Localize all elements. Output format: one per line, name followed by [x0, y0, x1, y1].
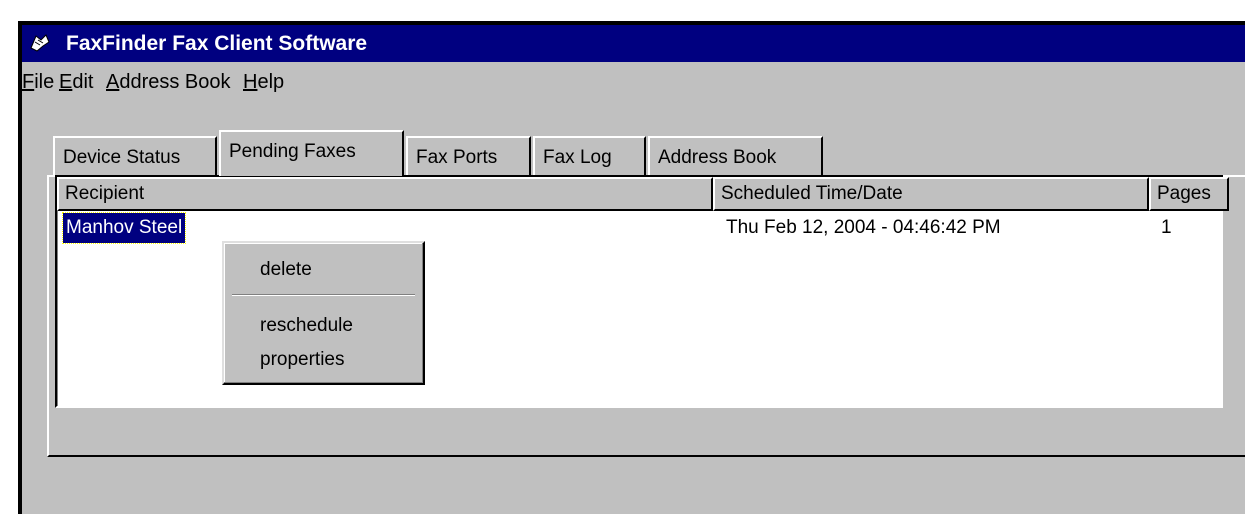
context-menu-reschedule[interactable]: reschedule: [260, 311, 353, 341]
menu-address-book[interactable]: Address Book: [106, 65, 231, 99]
tab-fax-ports-label: Fax Ports: [416, 147, 498, 168]
menu-help-accel: H: [243, 71, 258, 93]
menu-help[interactable]: Help: [243, 65, 284, 99]
cell-scheduled: Thu Feb 12, 2004 - 04:46:42 PM: [726, 217, 1001, 238]
menu-edit-accel: E: [59, 71, 73, 93]
tab-pending-faxes-label: Pending Faxes: [229, 141, 356, 162]
tab-device-status[interactable]: Device Status: [53, 136, 217, 176]
menu-address-book-accel: A: [106, 71, 120, 93]
column-header-scheduled[interactable]: Scheduled Time/Date: [713, 177, 1149, 211]
cell-pages: 1: [1161, 217, 1172, 238]
context-menu-properties[interactable]: properties: [260, 345, 345, 375]
menu-file[interactable]: File: [22, 65, 54, 99]
title-bar[interactable]: FaxFinder Fax Client Software: [22, 25, 1245, 62]
menu-address-book-label: ddress Book: [119, 71, 231, 93]
menu-file-accel: F: [22, 71, 35, 93]
context-menu: delete reschedule properties: [222, 241, 425, 385]
tab-fax-log[interactable]: Fax Log: [533, 136, 646, 176]
column-header-scheduled-label: Scheduled Time/Date: [721, 183, 903, 204]
menu-edit[interactable]: Edit: [59, 65, 93, 99]
window-title: FaxFinder Fax Client Software: [66, 32, 368, 55]
tab-address-book-label: Address Book: [658, 147, 777, 168]
tab-pending-faxes[interactable]: Pending Faxes: [219, 130, 404, 176]
column-header-pages[interactable]: Pages: [1149, 177, 1229, 211]
column-header-recipient-label: Recipient: [65, 183, 145, 204]
column-header-recipient[interactable]: Recipient: [57, 177, 713, 211]
menu-help-label: elp: [257, 71, 285, 93]
tab-fax-log-label: Fax Log: [543, 147, 612, 168]
context-menu-delete[interactable]: delete: [260, 255, 312, 285]
context-menu-separator: [232, 294, 415, 296]
menu-file-label: ile: [34, 71, 55, 93]
tab-fax-ports[interactable]: Fax Ports: [406, 136, 531, 176]
fax-app-icon: [30, 34, 50, 52]
cell-recipient[interactable]: Manhov Steel: [61, 212, 187, 244]
tab-device-status-label: Device Status: [63, 147, 181, 168]
menu-edit-label: dit: [72, 71, 94, 93]
tab-address-book[interactable]: Address Book: [648, 136, 823, 176]
column-header-pages-label: Pages: [1157, 183, 1211, 204]
